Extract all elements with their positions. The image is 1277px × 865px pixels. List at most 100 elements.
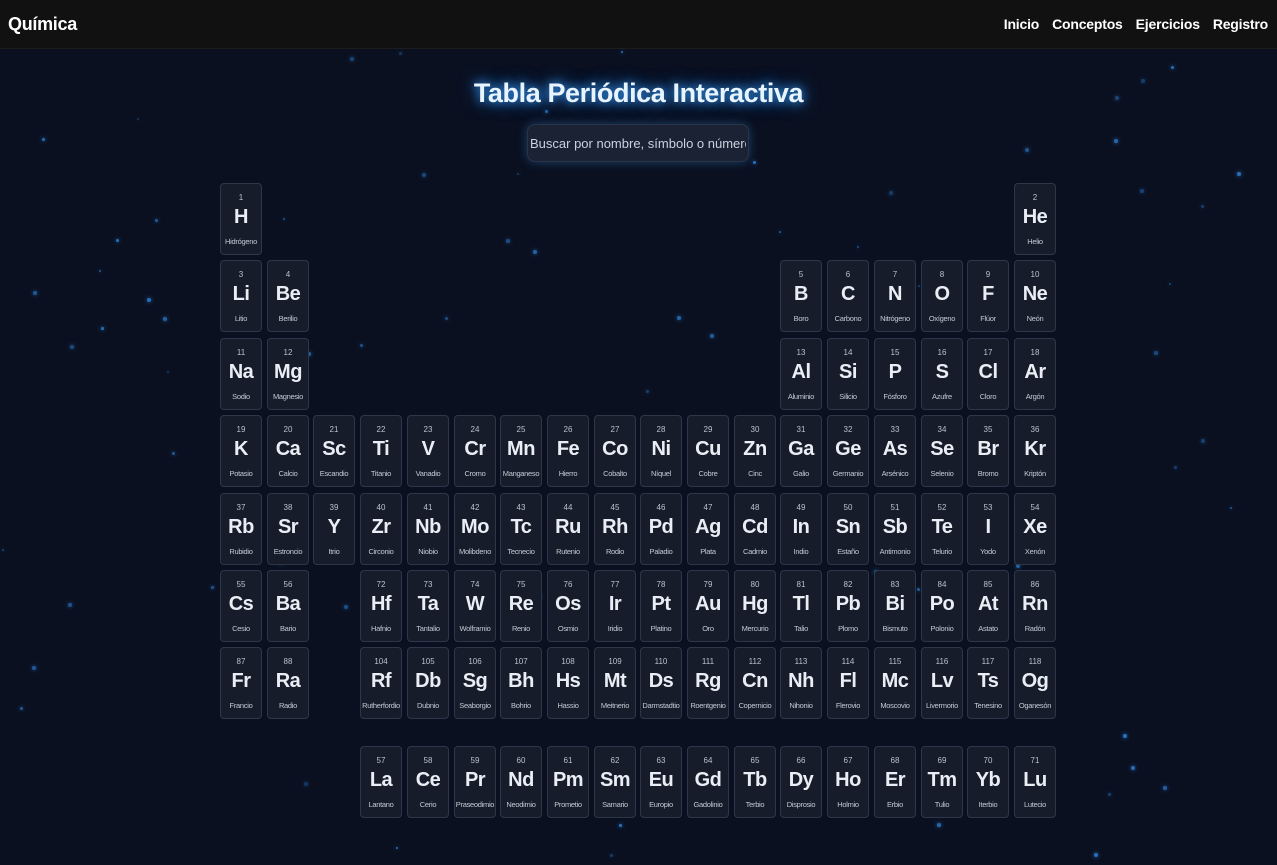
element-tile-ag[interactable]: 47 Ag Plata [687, 493, 729, 565]
element-tile-i[interactable]: 53 I Yodo [967, 493, 1009, 565]
element-tile-li[interactable]: 3 Li Litio [220, 260, 262, 332]
element-tile-cl[interactable]: 17 Cl Cloro [967, 338, 1009, 410]
element-tile-tb[interactable]: 65 Tb Terbio [734, 746, 776, 818]
element-tile-mn[interactable]: 25 Mn Manganeso [500, 415, 542, 487]
element-tile-cu[interactable]: 29 Cu Cobre [687, 415, 729, 487]
element-tile-lv[interactable]: 116 Lv Livermorio [921, 647, 963, 719]
element-tile-w[interactable]: 74 W Wolframio [454, 570, 496, 642]
element-tile-y[interactable]: 39 Y Itrio [313, 493, 355, 565]
element-tile-ca[interactable]: 20 Ca Calcio [267, 415, 309, 487]
element-tile-mg[interactable]: 12 Mg Magnesio [267, 338, 309, 410]
element-tile-ba[interactable]: 56 Ba Bario [267, 570, 309, 642]
element-tile-rb[interactable]: 37 Rb Rubidio [220, 493, 262, 565]
element-tile-sm[interactable]: 62 Sm Samario [594, 746, 636, 818]
element-tile-ts[interactable]: 117 Ts Tenesino [967, 647, 1009, 719]
element-tile-fr[interactable]: 87 Fr Francio [220, 647, 262, 719]
element-tile-sc[interactable]: 21 Sc Escandio [313, 415, 355, 487]
element-tile-sg[interactable]: 106 Sg Seaborgio [454, 647, 496, 719]
element-tile-tm[interactable]: 69 Tm Tulio [921, 746, 963, 818]
element-tile-sb[interactable]: 51 Sb Antimonio [874, 493, 916, 565]
element-tile-f[interactable]: 9 F Flúor [967, 260, 1009, 332]
element-tile-sn[interactable]: 50 Sn Estaño [827, 493, 869, 565]
element-tile-tl[interactable]: 81 Tl Talio [780, 570, 822, 642]
element-tile-at[interactable]: 85 At Astato [967, 570, 1009, 642]
element-tile-mo[interactable]: 42 Mo Molibdeno [454, 493, 496, 565]
element-tile-s[interactable]: 16 S Azufre [921, 338, 963, 410]
element-tile-ir[interactable]: 77 Ir Iridio [594, 570, 636, 642]
element-tile-os[interactable]: 76 Os Osmio [547, 570, 589, 642]
element-tile-tc[interactable]: 43 Tc Tecnecio [500, 493, 542, 565]
element-tile-la[interactable]: 57 La Lantano [360, 746, 402, 818]
element-tile-mc[interactable]: 115 Mc Moscovio [874, 647, 916, 719]
element-tile-fe[interactable]: 26 Fe Hierro [547, 415, 589, 487]
element-tile-cr[interactable]: 24 Cr Cromo [454, 415, 496, 487]
element-tile-zr[interactable]: 40 Zr Circonio [360, 493, 402, 565]
element-tile-lu[interactable]: 71 Lu Lutecio [1014, 746, 1056, 818]
element-tile-nd[interactable]: 60 Nd Neodimio [500, 746, 542, 818]
element-tile-si[interactable]: 14 Si Silicio [827, 338, 869, 410]
element-tile-rf[interactable]: 104 Rf Rutherfordio [360, 647, 402, 719]
element-tile-nh[interactable]: 113 Nh Nihonio [780, 647, 822, 719]
element-tile-ce[interactable]: 58 Ce Cerio [407, 746, 449, 818]
element-tile-b[interactable]: 5 B Boro [780, 260, 822, 332]
element-tile-ge[interactable]: 32 Ge Germanio [827, 415, 869, 487]
element-tile-re[interactable]: 75 Re Renio [500, 570, 542, 642]
element-tile-br[interactable]: 35 Br Bromo [967, 415, 1009, 487]
element-tile-pd[interactable]: 46 Pd Paladio [640, 493, 682, 565]
element-tile-bi[interactable]: 83 Bi Bismuto [874, 570, 916, 642]
element-tile-ru[interactable]: 44 Ru Rutenio [547, 493, 589, 565]
element-tile-co[interactable]: 27 Co Cobalto [594, 415, 636, 487]
element-tile-pt[interactable]: 78 Pt Platino [640, 570, 682, 642]
element-tile-be[interactable]: 4 Be Berilio [267, 260, 309, 332]
element-tile-cn[interactable]: 112 Cn Copernicio [734, 647, 776, 719]
element-tile-yb[interactable]: 70 Yb Iterbio [967, 746, 1009, 818]
element-tile-as[interactable]: 33 As Arsénico [874, 415, 916, 487]
element-tile-he[interactable]: 2 He Helio [1014, 183, 1056, 255]
element-tile-ta[interactable]: 73 Ta Tantalio [407, 570, 449, 642]
element-tile-hg[interactable]: 80 Hg Mercurio [734, 570, 776, 642]
element-tile-kr[interactable]: 36 Kr Kriptón [1014, 415, 1056, 487]
element-tile-po[interactable]: 84 Po Polonio [921, 570, 963, 642]
element-tile-na[interactable]: 11 Na Sodio [220, 338, 262, 410]
element-tile-ra[interactable]: 88 Ra Radio [267, 647, 309, 719]
element-tile-al[interactable]: 13 Al Aluminio [780, 338, 822, 410]
element-tile-pm[interactable]: 61 Pm Prometio [547, 746, 589, 818]
element-tile-gd[interactable]: 64 Gd Gadolinio [687, 746, 729, 818]
element-tile-ni[interactable]: 28 Ni Níquel [640, 415, 682, 487]
element-tile-cd[interactable]: 48 Cd Cadmio [734, 493, 776, 565]
element-tile-ti[interactable]: 22 Ti Titanio [360, 415, 402, 487]
element-tile-ho[interactable]: 67 Ho Holmio [827, 746, 869, 818]
element-tile-dy[interactable]: 66 Dy Disprosio [780, 746, 822, 818]
element-tile-rg[interactable]: 111 Rg Roentgenio [687, 647, 729, 719]
element-tile-bh[interactable]: 107 Bh Bohrio [500, 647, 542, 719]
element-tile-pr[interactable]: 59 Pr Praseodimio [454, 746, 496, 818]
element-tile-er[interactable]: 68 Er Erbio [874, 746, 916, 818]
element-tile-p[interactable]: 15 P Fósforo [874, 338, 916, 410]
element-tile-k[interactable]: 19 K Potasio [220, 415, 262, 487]
element-tile-ds[interactable]: 110 Ds Darmstadtio [640, 647, 682, 719]
element-tile-au[interactable]: 79 Au Oro [687, 570, 729, 642]
element-tile-pb[interactable]: 82 Pb Plomo [827, 570, 869, 642]
element-tile-sr[interactable]: 38 Sr Estroncio [267, 493, 309, 565]
element-tile-rh[interactable]: 45 Rh Rodio [594, 493, 636, 565]
element-tile-mt[interactable]: 109 Mt Meitnerio [594, 647, 636, 719]
element-tile-in[interactable]: 49 In Indio [780, 493, 822, 565]
element-tile-zn[interactable]: 30 Zn Cinc [734, 415, 776, 487]
element-tile-cs[interactable]: 55 Cs Cesio [220, 570, 262, 642]
element-tile-h[interactable]: 1 H Hidrógeno [220, 183, 262, 255]
element-tile-xe[interactable]: 54 Xe Xenón [1014, 493, 1056, 565]
element-tile-n[interactable]: 7 N Nitrógeno [874, 260, 916, 332]
element-tile-og[interactable]: 118 Og Oganesón [1014, 647, 1056, 719]
element-tile-fl[interactable]: 114 Fl Flerovio [827, 647, 869, 719]
element-tile-rn[interactable]: 86 Rn Radón [1014, 570, 1056, 642]
element-tile-c[interactable]: 6 C Carbono [827, 260, 869, 332]
element-tile-v[interactable]: 23 V Vanadio [407, 415, 449, 487]
element-tile-o[interactable]: 8 O Oxígeno [921, 260, 963, 332]
element-tile-hs[interactable]: 108 Hs Hassio [547, 647, 589, 719]
element-tile-se[interactable]: 34 Se Selenio [921, 415, 963, 487]
element-tile-nb[interactable]: 41 Nb Niobio [407, 493, 449, 565]
element-tile-ar[interactable]: 18 Ar Argón [1014, 338, 1056, 410]
element-tile-db[interactable]: 105 Db Dubnio [407, 647, 449, 719]
element-tile-eu[interactable]: 63 Eu Europio [640, 746, 682, 818]
element-tile-ne[interactable]: 10 Ne Neón [1014, 260, 1056, 332]
